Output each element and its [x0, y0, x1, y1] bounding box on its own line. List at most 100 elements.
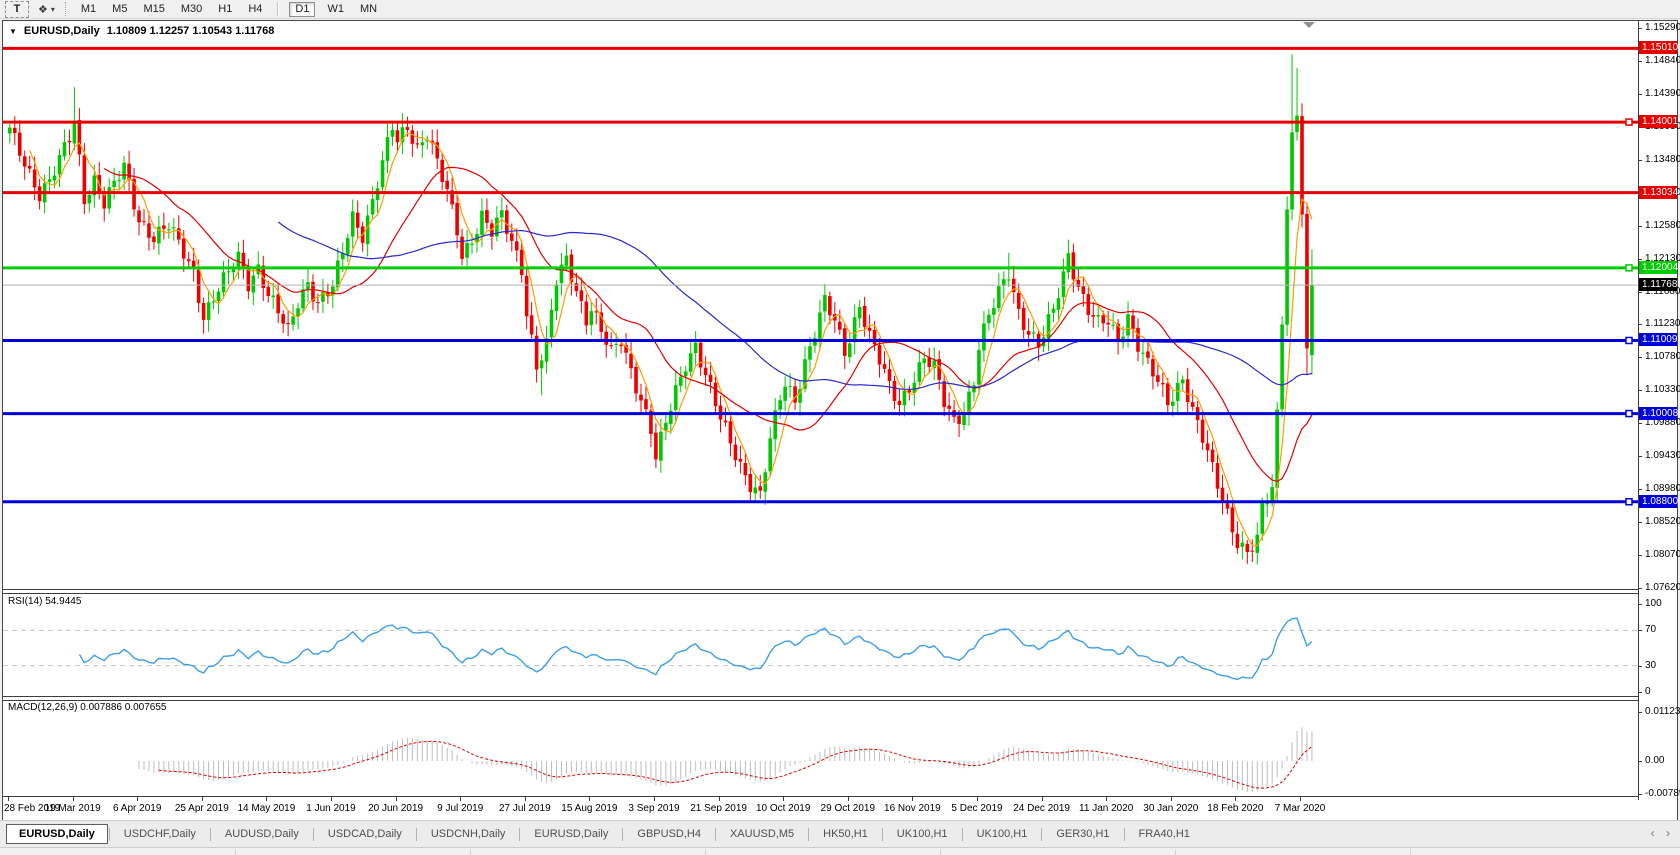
level-handle[interactable] — [1626, 119, 1632, 125]
tab-ger30-h1[interactable]: GER30,H1 — [1043, 824, 1122, 844]
timeframe-button-mn[interactable]: MN — [356, 2, 381, 17]
price-tick-label: 1.13480 — [1645, 154, 1680, 166]
level-handle[interactable] — [1626, 265, 1632, 271]
date-tick-mark — [1042, 797, 1043, 801]
date-tick-label: 27 Jul 2019 — [499, 803, 551, 814]
date-axis[interactable]: 28 Feb 201919 Mar 20196 Apr 201925 Apr 2… — [3, 797, 1638, 820]
status-bar — [0, 847, 1680, 855]
price-tick-mark — [1639, 423, 1642, 424]
tab-audusd-daily[interactable]: AUDUSD,Daily — [212, 824, 312, 844]
collapse-triangle-icon[interactable]: ▼ — [9, 27, 17, 36]
price-tick-mark — [1639, 588, 1642, 589]
rsi-pane[interactable] — [3, 593, 1638, 696]
date-tick-label: 14 May 2019 — [237, 803, 295, 814]
cursor-tool-button[interactable]: ❖ ▾ — [35, 2, 58, 17]
rsi-line — [79, 618, 1312, 679]
level-handle[interactable] — [1626, 499, 1632, 505]
date-tick-mark — [719, 797, 720, 801]
chart-symbol-label: EURUSD,Daily — [24, 25, 100, 37]
tab-eurusd-daily[interactable]: EURUSD,Daily — [6, 824, 108, 844]
date-tick-mark — [589, 797, 590, 801]
pane-separator[interactable] — [3, 589, 1638, 594]
rsi-tick-mark — [1639, 692, 1642, 693]
price-tick-mark — [1639, 324, 1642, 325]
status-divider — [940, 849, 941, 855]
chevron-down-icon: ▾ — [51, 5, 55, 14]
timeframe-button-m15[interactable]: M15 — [139, 2, 168, 17]
price-tick-mark — [1639, 160, 1642, 161]
tab-scroll-left-icon[interactable]: ‹ — [1651, 826, 1655, 840]
price-chart-pane[interactable] — [3, 21, 1638, 589]
macd-pane[interactable] — [3, 700, 1638, 796]
timeframe-button-h1[interactable]: H1 — [214, 2, 236, 17]
price-tick-label: 1.08520 — [1645, 516, 1680, 528]
date-tick-mark — [1106, 797, 1107, 801]
date-tick-label: 9 Jul 2019 — [437, 803, 483, 814]
tab-usdcnh-daily[interactable]: USDCNH,Daily — [418, 824, 519, 844]
date-tick-mark — [460, 797, 461, 801]
tab-gbpusd-h4[interactable]: GBPUSD,H4 — [624, 824, 714, 844]
tab-uk100-h1[interactable]: UK100,H1 — [884, 824, 961, 844]
status-divider — [235, 849, 236, 855]
chart-shift-marker-icon[interactable] — [1303, 22, 1315, 28]
price-axis[interactable]: 1.152901.148401.143901.139301.134801.130… — [1639, 21, 1677, 820]
date-tick-mark — [783, 797, 784, 801]
date-tick-label: 6 Apr 2019 — [113, 803, 161, 814]
date-tick-mark — [1300, 797, 1301, 801]
level-badge: 1.15010 — [1639, 41, 1677, 54]
date-tick-label: 20 Jun 2019 — [368, 803, 423, 814]
timeframe-button-d1[interactable]: D1 — [289, 2, 315, 17]
price-tick-label: 1.14390 — [1645, 88, 1680, 100]
pane-separator[interactable] — [3, 696, 1638, 701]
top-toolbar: T ❖ ▾ M1 M5 M15 M30 H1 H4 D1 W1 MN — [0, 0, 1680, 19]
price-tick-label: 1.08980 — [1645, 483, 1680, 495]
price-tick-label: 1.07620 — [1645, 582, 1680, 594]
tab-separator — [416, 828, 417, 841]
date-tick-mark — [8, 797, 9, 801]
price-tick-label: 1.10330 — [1645, 384, 1680, 396]
date-tick-mark — [525, 797, 526, 801]
tab-scroll-right-icon[interactable]: › — [1666, 826, 1670, 840]
level-handle[interactable] — [1626, 411, 1632, 417]
text-tool-icon: T — [14, 3, 21, 15]
price-tick-mark — [1639, 555, 1642, 556]
date-tick-mark — [266, 797, 267, 801]
tab-uk100-h1[interactable]: UK100,H1 — [964, 824, 1041, 844]
moving-average-line-20 — [104, 167, 1312, 481]
timeframe-button-w1[interactable]: W1 — [323, 2, 348, 17]
chart-ohlc-values: 1.10809 1.12257 1.10543 1.11768 — [107, 25, 275, 37]
tab-hk50-h1[interactable]: HK50,H1 — [810, 824, 881, 844]
date-tick-label: 5 Dec 2019 — [951, 803, 1002, 814]
date-tick-label: 18 Feb 2020 — [1207, 803, 1263, 814]
price-tick-mark — [1639, 390, 1642, 391]
status-divider — [470, 849, 471, 855]
tab-separator — [1124, 828, 1125, 841]
level-badge: 1.12004 — [1639, 261, 1677, 274]
date-tick-label: 7 Mar 2020 — [1275, 803, 1326, 814]
price-tick-mark — [1639, 357, 1642, 358]
macd-tick-label: -0.00789 — [1645, 788, 1680, 800]
timeframe-button-m30[interactable]: M30 — [177, 2, 206, 17]
price-tick-label: 1.14840 — [1645, 55, 1680, 67]
tab-fra40-h1[interactable]: FRA40,H1 — [1126, 824, 1203, 844]
tab-usdchf-daily[interactable]: USDCHF,Daily — [111, 824, 209, 844]
tab-usdcad-daily[interactable]: USDCAD,Daily — [315, 824, 415, 844]
price-tick-mark — [1639, 456, 1642, 457]
rsi-tick-mark — [1639, 666, 1642, 667]
date-tick-mark — [848, 797, 849, 801]
date-tick-label: 15 Aug 2019 — [561, 803, 617, 814]
level-handle[interactable] — [1626, 337, 1632, 343]
text-tool-button[interactable]: T — [5, 1, 29, 18]
timeframe-button-h4[interactable]: H4 — [244, 2, 266, 17]
date-tick-label: 24 Dec 2019 — [1013, 803, 1070, 814]
macd-tick-label: 0.011232 — [1645, 706, 1680, 718]
chart-tabs: EURUSD,DailyUSDCHF,DailyAUDUSD,DailyUSDC… — [6, 821, 1203, 847]
timeframe-button-m5[interactable]: M5 — [108, 2, 131, 17]
tab-scroll-arrows: ‹ › — [1643, 826, 1670, 840]
tab-xauusd-m5[interactable]: XAUUSD,M5 — [717, 824, 807, 844]
status-divider — [1410, 849, 1411, 855]
timeframe-button-m1[interactable]: M1 — [77, 2, 100, 17]
date-tick-mark — [654, 797, 655, 801]
tab-eurusd-daily[interactable]: EURUSD,Daily — [521, 824, 621, 844]
chart-window: ▼ EURUSD,Daily 1.10809 1.12257 1.10543 1… — [2, 20, 1678, 821]
